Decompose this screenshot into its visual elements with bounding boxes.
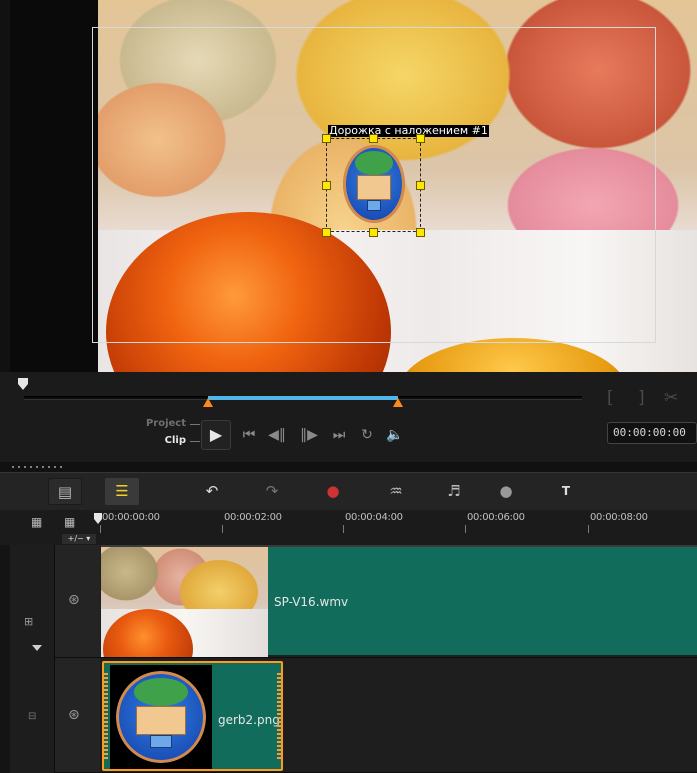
track-header-panel: ⊞ ⊟ [10, 545, 55, 773]
ruler-tick-label: 00:00:06:00 [467, 512, 525, 523]
play-button[interactable]: ▶ [201, 420, 231, 450]
next-frame-button[interactable]: ‖▶ [298, 425, 320, 445]
system-volume-button[interactable]: 🔈 [384, 425, 406, 445]
playback-panel: [ ] ✂ Project Clip ▶ ⏮ ◀‖ ‖▶ ⏭ ↻ 🔈 00:00… [0, 372, 697, 462]
overlay-clip-name: gerb2.png [218, 713, 280, 727]
sound-mixer-icon[interactable]: ♒ [379, 478, 413, 505]
repeat-button[interactable]: ↻ [356, 425, 378, 445]
mark-out-button[interactable]: ] [638, 388, 645, 408]
resize-handle-top-left[interactable] [322, 134, 331, 143]
resize-handle-top-right[interactable] [416, 134, 425, 143]
ruler-tick-label: 00:00:04:00 [345, 512, 403, 523]
lock-track-icon[interactable]: ⊟ [28, 711, 36, 722]
mark-in-handle[interactable] [203, 398, 213, 407]
timeline-toolbar: ▤ ☰ ↶ ↷ ● ♒ ♬ ● T [0, 472, 697, 510]
overlay-clip-thumbnail [110, 665, 212, 769]
resize-handle-top[interactable] [369, 134, 378, 143]
project-mode-label[interactable]: Project [136, 418, 186, 429]
overlay-clip[interactable]: gerb2.png [102, 661, 283, 771]
resize-handle-bottom-left[interactable] [322, 228, 331, 237]
resize-handle-bottom-right[interactable] [416, 228, 425, 237]
video-track-header[interactable]: ⊛ [55, 545, 100, 658]
track-manager-icon[interactable]: ▦ [64, 516, 80, 529]
overlay-track-header[interactable]: ⊛ [55, 658, 100, 773]
record-capture-icon[interactable]: ● [316, 478, 350, 505]
ruler-scale: 00:00:00:00 00:00:02:00 00:00:04:00 00:0… [100, 510, 697, 545]
clip-trim-handle-left[interactable] [104, 673, 108, 761]
add-remove-chapter-button[interactable]: +/− ▾ [62, 534, 96, 544]
video-clip-thumbnail [101, 547, 268, 657]
previous-frame-button[interactable]: ◀‖ [266, 425, 288, 445]
timecode-field[interactable]: 00:00:00:00 [607, 422, 697, 444]
split-clip-button[interactable]: ✂ [664, 388, 678, 408]
video-track: SP-V16.wmv [100, 545, 697, 658]
video-clip[interactable]: SP-V16.wmv [101, 545, 697, 657]
panel-resize-grip[interactable] [0, 462, 697, 472]
ripple-editing-dropdown-icon[interactable] [32, 645, 42, 651]
subtitle-editor-icon[interactable]: T [549, 478, 583, 505]
timeline-ruler[interactable]: ▦ ▦ +/− ▾ 00:00:00:00 00:00:02:00 00:00:… [0, 510, 697, 545]
storyboard-view-icon[interactable]: ▤ [48, 478, 82, 505]
mark-in-button[interactable]: [ [607, 388, 614, 408]
trim-range [208, 396, 398, 400]
overlay-logo-image [343, 145, 405, 223]
preview-window[interactable]: Дорожка с наложением #1 [0, 0, 697, 372]
ruler-tick-label: 00:00:08:00 [590, 512, 648, 523]
video-clip-name: SP-V16.wmv [274, 595, 349, 609]
resize-handle-right[interactable] [416, 181, 425, 190]
motion-tracking-icon[interactable]: ● [489, 478, 523, 505]
undo-icon[interactable]: ↶ [195, 478, 229, 505]
overlay-track-icon: ⊛ [68, 707, 80, 723]
home-button[interactable]: ⏮ [238, 425, 260, 445]
resize-handle-bottom[interactable] [369, 228, 378, 237]
resize-handle-left[interactable] [322, 181, 331, 190]
timeline-playhead-icon[interactable] [94, 513, 102, 524]
timeline-view-icon[interactable]: ☰ [105, 478, 139, 505]
scrubber-playhead-icon[interactable] [18, 378, 28, 390]
ruler-tick-label: 00:00:02:00 [224, 512, 282, 523]
show-all-tracks-icon[interactable]: ▦ [31, 516, 47, 529]
overlay-track-label: Дорожка с наложением #1 [328, 124, 489, 137]
mark-out-handle[interactable] [393, 398, 403, 407]
auto-music-icon[interactable]: ♬ [437, 478, 471, 505]
clip-mode-label[interactable]: Clip [136, 435, 186, 446]
redo-icon[interactable]: ↷ [255, 478, 289, 505]
overlay-track: gerb2.png [100, 658, 697, 773]
end-button[interactable]: ⏭ [328, 425, 350, 445]
video-track-icon: ⊛ [68, 592, 80, 608]
overlay-selection-box[interactable] [326, 138, 421, 232]
clip-trim-handle-right[interactable] [277, 673, 281, 761]
ruler-tick-label: 00:00:00:00 [102, 512, 160, 523]
ripple-editing-icon[interactable]: ⊞ [24, 615, 33, 628]
